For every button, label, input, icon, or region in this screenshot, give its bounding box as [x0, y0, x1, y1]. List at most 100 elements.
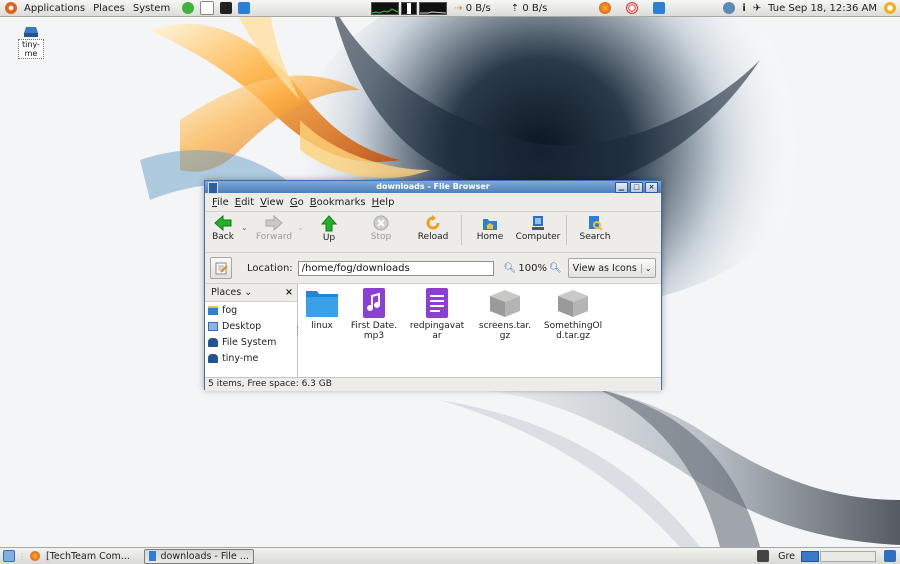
file-icon-view[interactable]: linux First Date. mp3 redpingavat ar scr…	[298, 284, 661, 377]
drive-icon	[208, 337, 218, 347]
reload-button[interactable]: Reload	[411, 215, 455, 242]
computer-button[interactable]: Computer	[516, 215, 560, 242]
computer-icon	[532, 216, 544, 230]
location-bar: Location: 🔍︎ 100% 🔍︎ View as Icons ⌄	[205, 253, 661, 284]
sidebar-type-select[interactable]: Places ⌄	[211, 287, 252, 298]
sidebar-item-label: fog	[222, 304, 238, 316]
sidebar-item-label: File System	[222, 336, 277, 348]
workspace-switcher[interactable]	[801, 550, 876, 562]
network-status-icon[interactable]: ✈	[753, 3, 761, 14]
sidebar-item-fog[interactable]: fog	[205, 302, 297, 318]
notes-icon[interactable]	[653, 2, 666, 14]
firefox-icon	[30, 551, 40, 561]
forward-button[interactable]: Forward	[251, 215, 297, 242]
keyboard-layout[interactable]: Gre	[778, 551, 795, 562]
statusbar: 5 items, Free space: 6.3 GB	[205, 377, 661, 391]
menu-places[interactable]: Places	[89, 3, 129, 14]
memory-graph	[401, 1, 418, 15]
info-icon[interactable]: i	[742, 3, 745, 14]
firefox-icon[interactable]	[599, 2, 612, 14]
file-name: redpingavat	[409, 321, 465, 331]
back-button[interactable]: Back	[205, 215, 241, 242]
ubuntu-logo-icon	[5, 2, 17, 14]
drive-icon	[24, 27, 38, 37]
home-label: Home	[476, 232, 504, 242]
show-desktop-icon[interactable]	[3, 550, 15, 562]
pencil-note-icon	[215, 262, 228, 274]
places-sidebar: Places ⌄ × fog Desktop File System tiny-…	[205, 284, 298, 377]
down-arrow-icon: ⇢	[454, 2, 463, 14]
menu-file[interactable]: File	[209, 197, 232, 208]
sidebar-item-desktop[interactable]: Desktop	[205, 318, 297, 334]
workspace-2[interactable]	[820, 550, 876, 562]
menu-system[interactable]: System	[129, 3, 174, 14]
forward-history-dropdown[interactable]: ⌄	[297, 223, 307, 232]
view-mode-value: View as Icons	[572, 262, 637, 274]
toolbar: Back ⌄ Forward ⌄ Up Stop Reload Home Com…	[205, 212, 661, 253]
shutdown-icon[interactable]	[884, 2, 896, 14]
terminal-icon[interactable]	[220, 2, 233, 14]
bottom-panel: ⋮ [TechTeam Com... downloads - File ... …	[0, 547, 900, 564]
menu-applications[interactable]: Applications	[20, 3, 89, 14]
file-manager-icon[interactable]	[238, 2, 251, 14]
maximize-button[interactable]: □	[630, 182, 643, 193]
file-item-first-date-mp3[interactable]: First Date. mp3	[342, 288, 406, 341]
back-history-dropdown[interactable]: ⌄	[241, 223, 251, 232]
forward-label: Forward	[255, 232, 293, 242]
net-up-rate: 0 B/s	[522, 2, 548, 14]
file-item-screens-tar-gz[interactable]: screens.tar. gz	[473, 288, 537, 341]
applications-menu[interactable]: Applications	[0, 0, 89, 16]
menu-view[interactable]: View	[257, 197, 287, 208]
audio-file-icon	[363, 288, 385, 318]
taskbar-item-downloads[interactable]: downloads - File ...	[143, 548, 254, 564]
up-button[interactable]: Up	[307, 215, 351, 243]
zoom-level[interactable]: 100%	[518, 263, 547, 274]
close-button[interactable]: ×	[645, 182, 658, 193]
clock[interactable]: Tue Sep 18, 12:36 AM	[768, 3, 877, 14]
sidebar-item-tiny-me[interactable]: tiny-me	[205, 350, 297, 366]
file-item-somethingold-tar-gz[interactable]: SomethingOl d.tar.gz	[541, 288, 605, 341]
toggle-location-entry-button[interactable]	[210, 257, 232, 279]
workspace-1[interactable]	[801, 550, 819, 562]
cpu-graph	[371, 1, 400, 15]
trash-icon[interactable]	[884, 550, 896, 562]
view-mode-select[interactable]: View as Icons ⌄	[567, 258, 656, 278]
location-label: Location:	[247, 262, 293, 274]
file-name: linux	[311, 321, 333, 331]
search-button[interactable]: Search	[573, 215, 617, 242]
window-titlebar[interactable]: downloads - File Browser ▁ □ ×	[205, 181, 661, 194]
menu-bookmarks[interactable]: Bookmarks	[307, 197, 369, 208]
zoom-in-icon[interactable]: 🔍︎	[549, 263, 562, 274]
location-input[interactable]	[297, 260, 494, 276]
file-name-cont: d.tar.gz	[556, 331, 590, 341]
minimize-button[interactable]: ▁	[615, 182, 628, 193]
drive-icon	[208, 353, 218, 363]
panel-handle[interactable]: ⋮	[18, 552, 26, 561]
window-app-icon[interactable]	[208, 182, 218, 194]
zoom-out-icon[interactable]: 🔍︎	[504, 263, 517, 274]
menu-go[interactable]: Go	[287, 197, 307, 208]
sidebar-item-file-system[interactable]: File System	[205, 334, 297, 350]
text-editor-icon[interactable]	[200, 1, 215, 15]
camera-icon[interactable]	[757, 550, 770, 562]
pidgin-icon[interactable]	[723, 2, 736, 14]
home-button[interactable]: Home	[468, 215, 512, 242]
menu-help[interactable]: Help	[369, 197, 398, 208]
top-panel: Applications Places System ⇢ 0 B/s ⇡ 0 B…	[0, 0, 900, 17]
run-icon[interactable]	[182, 2, 195, 14]
file-item-redpingavatar[interactable]: redpingavat ar	[405, 288, 469, 341]
menu-edit[interactable]: Edit	[232, 197, 257, 208]
document-file-icon	[426, 288, 448, 318]
search-icon	[589, 216, 603, 231]
desktop-icon	[208, 321, 218, 331]
taskbar-item-label: [TechTeam Com...	[46, 550, 130, 562]
network-graph	[419, 1, 448, 15]
stop-button[interactable]: Stop	[359, 215, 403, 242]
desktop-icon-tiny-me[interactable]: tiny-me	[18, 26, 44, 59]
file-name: First Date.	[350, 321, 398, 331]
up-arrow-icon: ⇡	[510, 2, 520, 14]
chevron-down-icon: ⌄	[640, 263, 655, 273]
up-arrow-icon	[321, 215, 337, 232]
taskbar-item-techteam[interactable]: [TechTeam Com...	[30, 551, 130, 562]
help-lifebuoy-icon[interactable]	[626, 2, 639, 14]
